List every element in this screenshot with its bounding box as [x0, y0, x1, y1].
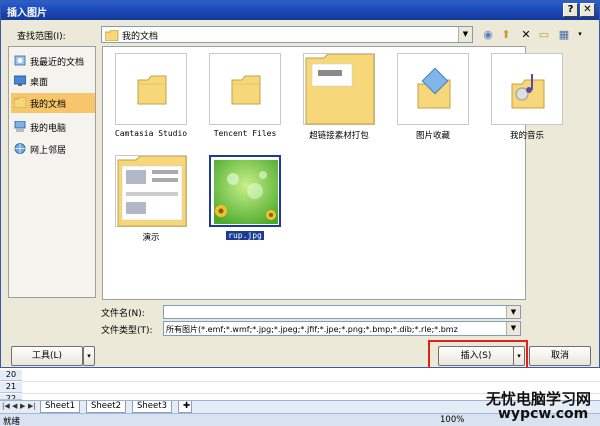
chevron-down-icon[interactable]: ▼ — [506, 322, 520, 335]
tools-dropdown-icon[interactable]: ▾ — [83, 346, 95, 366]
file-name-text: rup.jpg — [226, 231, 264, 240]
close-button[interactable]: ✕ — [580, 3, 595, 17]
back-icon[interactable]: ◉ — [479, 26, 497, 43]
folder-open-icon — [305, 54, 375, 125]
dialog-title: 插入图片 — [7, 8, 47, 19]
place-label: 网上邻居 — [30, 146, 67, 156]
place-label: 桌面 — [30, 78, 49, 88]
file-name: rup.jpg — [195, 231, 295, 240]
file-name: 超链接素材打包 — [309, 131, 369, 141]
file-name: Camtasia Studio — [114, 129, 188, 138]
network-icon — [14, 143, 26, 154]
file-name-input[interactable]: ▼ — [163, 305, 521, 319]
file-item[interactable] — [303, 53, 375, 125]
folder-preview-icon — [117, 156, 187, 227]
my-computer-icon — [14, 121, 26, 132]
place-label: 我最近的文档 — [30, 58, 85, 68]
sheet-tab[interactable]: Sheet2 — [86, 401, 126, 413]
file-type-label: 文件类型(T): — [101, 326, 153, 336]
sheet-tab[interactable]: Sheet3 — [132, 401, 172, 413]
last-sheet-icon[interactable]: ▶| — [28, 402, 36, 410]
help-button[interactable]: ? — [563, 3, 578, 17]
file-name: 演示 — [142, 233, 160, 243]
title-bar[interactable]: 插入图片 ? ✕ — [1, 1, 599, 20]
new-sheet-icon[interactable]: ✚ — [178, 401, 192, 413]
folder-icon — [137, 75, 167, 105]
up-folder-icon[interactable]: ⬆ — [497, 26, 515, 43]
recent-docs-icon — [14, 55, 26, 66]
file-item[interactable] — [491, 53, 563, 125]
file-name-label: 文件名(N): — [101, 309, 145, 319]
first-sheet-icon[interactable]: |◀ — [2, 402, 10, 410]
zoom-level[interactable]: 100% — [440, 415, 464, 425]
place-desktop[interactable]: 桌面 — [11, 71, 95, 91]
file-list: Camtasia Studio Tencent Files 超链接素材打包 图片… — [102, 46, 563, 300]
my-documents-icon — [14, 97, 26, 108]
file-name: 图片收藏 — [415, 131, 450, 141]
folder-icon — [231, 75, 261, 105]
place-my-documents[interactable]: 我的文档 — [11, 93, 95, 113]
file-item[interactable] — [115, 53, 187, 125]
file-type-select[interactable]: 所有图片(*.emf;*.wmf;*.jpg;*.jpeg;*.jfif;*.j… — [163, 321, 521, 336]
file-name: Tencent Files — [213, 129, 277, 138]
delete-icon[interactable]: ✕ — [517, 26, 535, 43]
file-item[interactable] — [397, 53, 469, 125]
folder-music-icon — [511, 74, 545, 109]
chevron-down-icon[interactable]: ▼ — [506, 306, 520, 318]
file-type-value: 所有图片(*.emf;*.wmf;*.jpg;*.jpeg;*.jfif;*.j… — [166, 325, 458, 334]
place-network[interactable]: 网上邻居 — [11, 139, 95, 159]
cancel-button[interactable]: 取消 — [529, 346, 591, 366]
folder-pictures-icon — [417, 67, 451, 109]
insert-picture-dialog: 插入图片 ? ✕ 查找范围(I): 我的文档 ▼ ◉ ⬆ ✕ ▭ ▦ ▾ 我最近… — [0, 0, 600, 368]
next-sheet-icon[interactable]: ▶ — [20, 402, 25, 410]
file-item[interactable] — [115, 155, 187, 227]
look-in-value: 我的文档 — [122, 32, 159, 42]
status-text: 就绪 — [3, 417, 21, 426]
place-my-computer[interactable]: 我的电脑 — [11, 117, 95, 137]
file-item-selected[interactable] — [209, 155, 281, 227]
place-recent[interactable]: 我最近的文档 — [11, 51, 95, 71]
sheet-tab[interactable]: Sheet1 — [40, 401, 80, 413]
views-dropdown-icon[interactable]: ▾ — [571, 26, 589, 43]
tools-button[interactable]: 工具(L) — [11, 346, 83, 366]
chevron-down-icon[interactable]: ▼ — [458, 27, 472, 42]
folder-icon — [105, 30, 119, 41]
look-in-label: 查找范围(I): — [17, 32, 66, 42]
file-item[interactable] — [209, 53, 281, 125]
image-thumbnail — [214, 160, 278, 224]
place-label: 我的电脑 — [30, 124, 67, 134]
places-bar: 我最近的文档 桌面 我的文档 我的电脑 网上邻居 — [8, 46, 96, 298]
watermark-url: wypcw.com — [498, 406, 589, 422]
desktop-icon — [14, 75, 26, 86]
look-in-select[interactable]: 我的文档 ▼ — [101, 26, 473, 43]
gridline — [22, 381, 600, 382]
row-header[interactable]: 21 — [0, 382, 22, 393]
file-name: 我的音乐 — [509, 131, 544, 141]
row-header[interactable]: 20 — [0, 370, 22, 381]
new-folder-icon[interactable]: ▭ — [535, 26, 553, 43]
prev-sheet-icon[interactable]: ◀ — [12, 402, 17, 410]
place-label: 我的文档 — [30, 100, 67, 110]
